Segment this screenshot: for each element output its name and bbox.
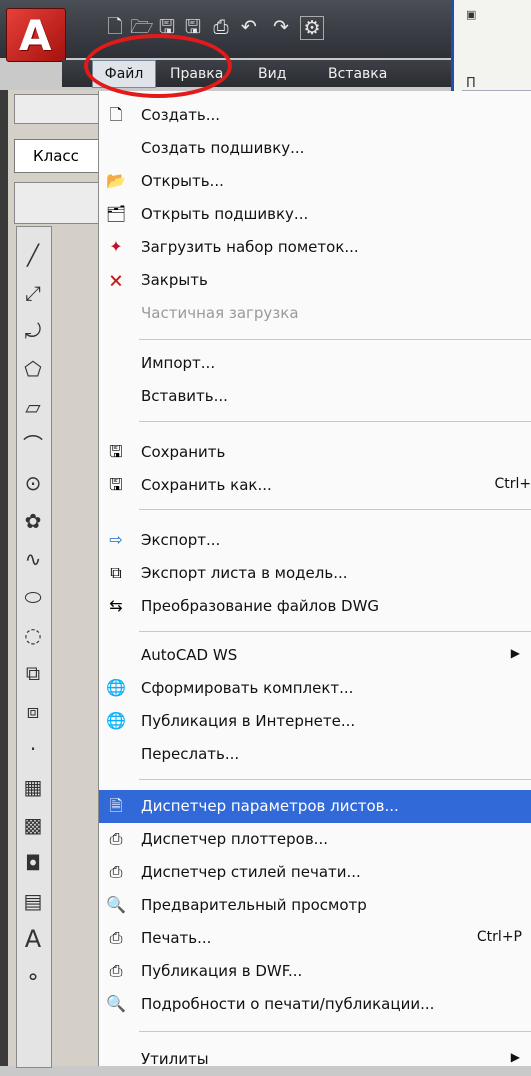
menu-item-save-as[interactable]: 🖫Сохранить как...Ctrl+S [99, 469, 531, 502]
new-document-icon: 🗋 [109, 105, 123, 124]
dialog-group-label: П [466, 76, 476, 91]
menu-item-new[interactable]: 🗋 Создать... [99, 99, 531, 132]
ellipse-icon[interactable]: ⬭ [20, 584, 46, 610]
revcloud-icon[interactable]: ✿ [20, 508, 46, 534]
menu-item-open[interactable]: 📂 Открыть... [99, 165, 531, 198]
dwg-convert-icon: ⇆ [109, 596, 123, 615]
open-sheetset-icon: 🗂 [105, 204, 127, 223]
submenu-arrow-icon: ▶ [510, 646, 520, 660]
folder-open-icon: 📂 [106, 171, 126, 190]
menu-item-open-sheetset[interactable]: 🗂 Открыть подшивку... [99, 198, 531, 231]
menu-item-utilities[interactable]: Утилиты ▶ [99, 1043, 531, 1076]
menu-view[interactable]: Вид [258, 64, 286, 84]
save-icon: 🖫 [109, 442, 123, 461]
autocad-logo-icon: A [19, 11, 52, 60]
dwg-icon: ▣ [466, 8, 477, 21]
publish-dwf-icon: ⎙ [109, 961, 123, 980]
menu-item-dwg-convert[interactable]: ⇆ Преобразование файлов DWG [99, 590, 531, 623]
menu-item-load-markup[interactable]: ✦ Загрузить набор пометок... [99, 231, 531, 264]
etransmit-icon: 🌐 [106, 678, 126, 697]
menu-item-new-sheetset[interactable]: Создать подшивку... [99, 132, 531, 165]
menu-item-import[interactable]: Импорт... [99, 347, 531, 380]
menu-item-send[interactable]: Переслать... [99, 738, 531, 771]
menu-item-autocad-ws[interactable]: AutoCAD WS ▶ [99, 639, 531, 672]
zoom-toolbar [14, 182, 102, 224]
print-icon: ⎙ [109, 928, 123, 947]
menu-separator [139, 509, 531, 510]
export-layout-icon: ⧉ [110, 563, 122, 582]
layer-combo-value: Класс [33, 147, 79, 165]
menu-separator [139, 779, 531, 780]
preview-icon: 🔍 [106, 895, 126, 914]
plotter-icon: ⎙ [109, 829, 123, 848]
publish-web-icon: 🌐 [106, 711, 126, 730]
menu-insert[interactable]: Вставка [328, 64, 387, 84]
menu-item-save[interactable]: 🖫 Сохранить [99, 436, 531, 469]
region-icon[interactable]: ◘ [20, 850, 46, 876]
menu-item-plotstyle-manager[interactable]: ⎙ Диспетчер стилей печати... [99, 856, 531, 889]
gradient-icon[interactable]: ▩ [20, 812, 46, 838]
polyline-icon[interactable]: ⤾ [20, 318, 46, 344]
menu-separator [139, 631, 531, 632]
save-as-icon: 🖫 [109, 475, 123, 494]
menu-item-partial-load: Частичная загрузка [141, 304, 299, 322]
application-menu-button[interactable]: A [6, 8, 66, 62]
page-setup-icon: 🗎 [109, 796, 123, 815]
menu-separator [139, 339, 531, 340]
plotstyle-icon: ⎙ [109, 862, 123, 881]
layer-combo[interactable]: Класс [14, 139, 102, 173]
menu-item-plot-preview[interactable]: 🔍 Предварительный просмотр [99, 889, 531, 922]
arc-icon[interactable]: ⌒ [20, 432, 46, 458]
menu-item-attach[interactable]: Вставить... [99, 380, 531, 413]
export-icon: ⇨ [109, 530, 123, 549]
red-highlight-circle [84, 34, 232, 98]
menu-item-plot-details[interactable]: 🔍 Подробности о печати/публикации... [99, 988, 531, 1021]
ellipse-arc-icon[interactable]: ◌ [20, 622, 46, 648]
menu-item-page-setup[interactable]: 🗎 Диспетчер параметров листов... [99, 790, 531, 823]
insert-block-icon[interactable]: ⧉ [20, 660, 46, 686]
menu-separator [139, 421, 531, 422]
new-icon[interactable]: 🗋 [104, 16, 126, 38]
hatch-icon[interactable]: ▦ [20, 774, 46, 800]
menu-item-publish-dwf[interactable]: ⎙ Публикация в DWF... [99, 955, 531, 988]
markup-set-icon: ✦ [109, 237, 123, 256]
line-icon[interactable]: ╱ [20, 242, 46, 268]
left-edge-strip [0, 90, 8, 1066]
make-block-icon[interactable]: ⧈ [20, 698, 46, 724]
undo-icon[interactable]: ↶ [238, 16, 260, 38]
menu-item-publish-web[interactable]: 🌐 Публикация в Интернете... [99, 705, 531, 738]
menu-separator [139, 1031, 531, 1032]
multiline-text-icon[interactable]: A [20, 926, 46, 952]
file-menu: 🗋 Создать... Создать подшивку... 📂 Открыть… [98, 91, 531, 1068]
menu-item-export[interactable]: ⇨ Экспорт... [99, 524, 531, 557]
menu-item-close[interactable]: 🗙 Закрыть [99, 264, 531, 297]
menu-item-export-layout[interactable]: ⧉ Экспорт листа в модель... [99, 557, 531, 590]
redo-icon[interactable]: ↷ [270, 16, 292, 38]
submenu-arrow-icon: ▶ [510, 1050, 520, 1064]
plot-details-icon: 🔍 [106, 994, 126, 1013]
menu-item-plotter-manager[interactable]: ⎙ Диспетчер плоттеров... [99, 823, 531, 856]
circle-icon[interactable]: ⊙ [20, 470, 46, 496]
spline-icon[interactable]: ∿ [20, 546, 46, 572]
close-document-icon: 🗙 [109, 270, 123, 289]
construction-line-icon[interactable]: ⤢ [20, 280, 46, 306]
print-icon[interactable]: ⎙ [210, 16, 232, 38]
polygon-icon[interactable]: ⬠ [20, 356, 46, 382]
rectangle-icon[interactable]: ▱ [20, 394, 46, 420]
menu-item-etransmit[interactable]: 🌐 Сформировать комплект... [99, 672, 531, 705]
standard-toolbar [14, 94, 102, 124]
save-as-icon[interactable]: 🖫 [182, 16, 204, 38]
point-icon[interactable]: · [20, 736, 46, 762]
table-icon[interactable]: ▤ [20, 888, 46, 914]
add-selected-icon[interactable]: ⚬ [20, 964, 46, 990]
menu-item-plot[interactable]: ⎙ Печать... Ctrl+P [99, 922, 531, 955]
settings-icon[interactable]: ⚙ [300, 16, 324, 40]
